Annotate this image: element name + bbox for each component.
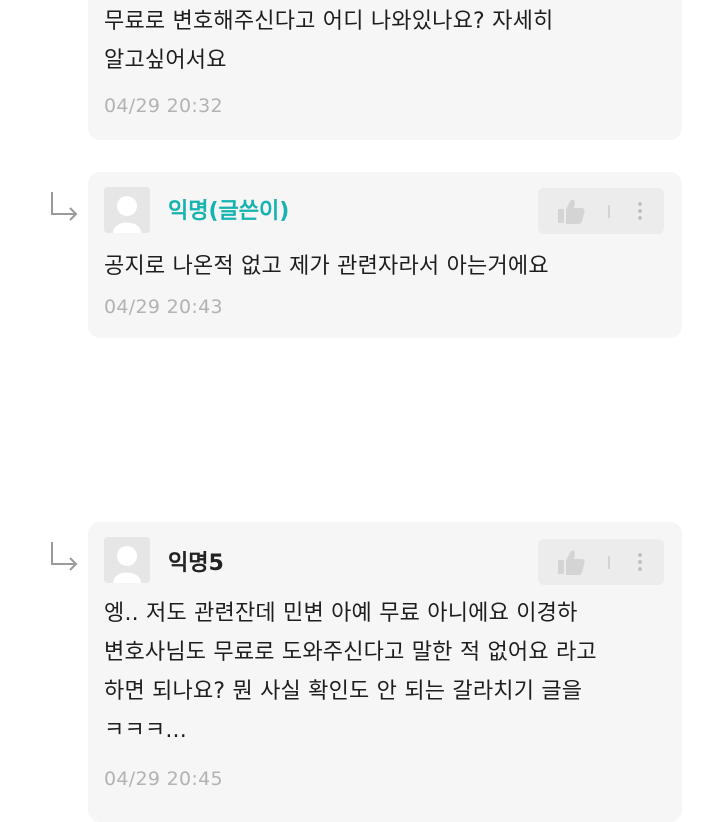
comment-text-line: 변호사님도 무료로 도와주신다고 말한 적 없어요 라고 [104, 640, 597, 665]
comment-text: 엥.. 저도 관련잔데 민변 아예 무료 아니에요 이경하 변호사님도 무료로 … [104, 594, 662, 750]
comment-timestamp: 04/29 20:45 [104, 768, 223, 790]
comment-text: 무료로 변호해주신다고 어디 나와있나요? 자세히 알고싶어서요 [104, 2, 662, 80]
comment-action-bar [538, 188, 664, 234]
action-divider [608, 556, 610, 569]
comment-card: 익명5 엥.. 저도 관련잔데 민변 아예 무료 아니에요 이경하 변호사님도 … [88, 522, 682, 822]
reply-arrow-icon [44, 538, 84, 578]
anonymous-avatar-icon [104, 187, 150, 233]
comment-text-line: 하면 되나요? 뭔 사실 확인도 안 되는 갈라치기 글을 [104, 679, 583, 704]
comment-action-bar [538, 539, 664, 585]
comment-text: 공지로 나온적 없고 제가 관련자라서 아는거에요 [104, 247, 662, 286]
comment-text-line: 공지로 나온적 없고 제가 관련자라서 아는거에요 [104, 254, 549, 279]
anonymous-avatar-icon [104, 537, 150, 583]
more-vertical-icon[interactable] [630, 547, 650, 577]
action-divider [608, 205, 610, 218]
comment-text-line: 엥.. 저도 관련잔데 민변 아예 무료 아니에요 이경하 [104, 601, 578, 626]
comment-text-line: 무료로 변호해주신다고 어디 나와있나요? 자세히 [104, 9, 554, 34]
thumbs-up-icon[interactable] [556, 197, 586, 225]
comment-text-line: ㅋㅋㅋ... [104, 718, 187, 743]
comment-timestamp: 04/29 20:43 [104, 296, 223, 318]
reply-arrow-icon [44, 188, 84, 228]
more-vertical-icon[interactable] [630, 196, 650, 226]
thumbs-up-icon[interactable] [556, 548, 586, 576]
comment-timestamp: 04/29 20:32 [104, 95, 223, 117]
comment-text-line: 알고싶어서요 [104, 48, 227, 73]
comment-author-writer: 익명(글쓴이) [168, 199, 290, 224]
comment-card: 익명(글쓴이) 공지로 나온적 없고 제가 관련자라서 아는거에요 04/29 … [88, 172, 682, 338]
comment-author: 익명5 [168, 551, 224, 576]
comment-card: 무료로 변호해주신다고 어디 나와있나요? 자세히 알고싶어서요 04/29 2… [88, 0, 682, 140]
